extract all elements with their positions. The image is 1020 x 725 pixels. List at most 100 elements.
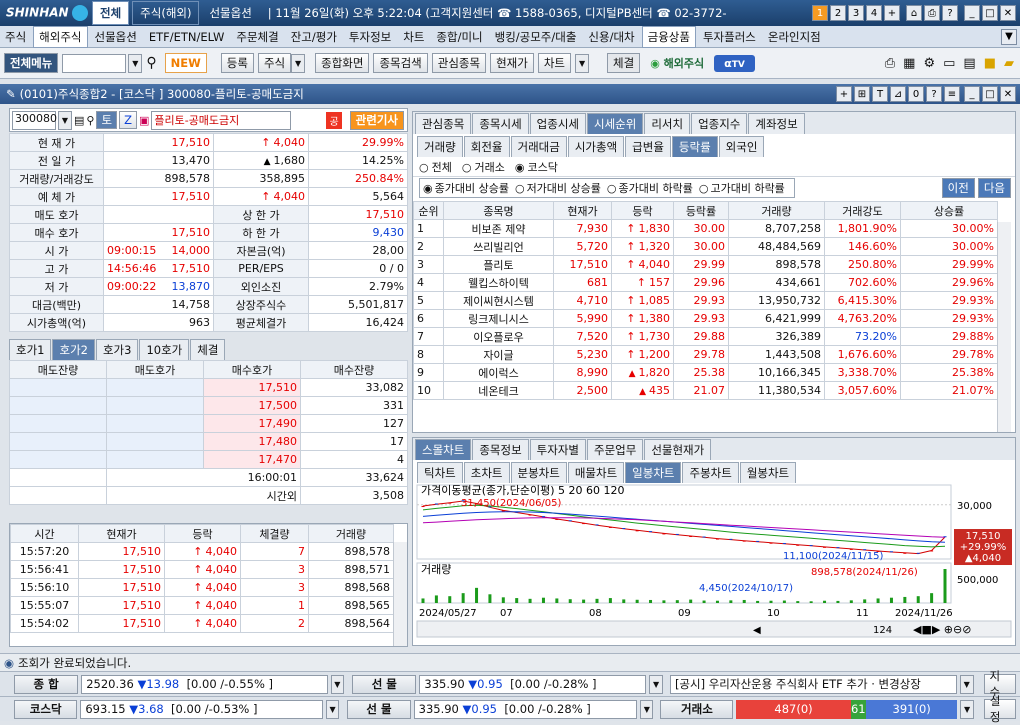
register-button[interactable]: 등록 [220,53,254,73]
stock-name[interactable]: 플리토 [443,255,554,274]
ranking-row[interactable]: 3플리토17,5104,04029.99898,578250.80%29.99% [413,255,998,274]
chevron-down-icon[interactable]: ▼ [575,53,590,73]
menu-scroll-icon[interactable]: ▼ [1001,28,1017,45]
chart-tab[interactable]: 주문업무 [586,439,644,460]
all-menu-button[interactable]: 전체메뉴 [4,53,59,73]
ranking-row[interactable]: 10네온테크2,50043521.0711,380,5343,057.60%21… [413,381,998,400]
window-menu-button[interactable]: ≡ [944,86,960,102]
ranking-row[interactable]: 9에이럭스8,9901,82025.3810,166,3453,338.70%2… [413,363,998,382]
chevron-down-icon[interactable]: ▼ [640,699,654,719]
sort-radio[interactable]: ◉ 종가대비 상승률 [423,180,509,196]
folder-icon[interactable]: ▰ [1004,56,1014,71]
print-icon[interactable]: ⎙ [924,5,940,21]
chart-subtab[interactable]: 주봉차트 [682,462,739,483]
chevron-down-icon[interactable]: ▼ [959,674,974,694]
ranking-subtab[interactable]: 거래량 [417,136,463,157]
ranking-row[interactable]: 2쓰리빌리언5,7201,32030.0048,484,569146.60%30… [413,237,998,256]
chart-subtab[interactable]: 분봉차트 [510,462,567,483]
market-tab[interactable]: 리서치 [644,113,691,134]
stock-name[interactable]: 에이럭스 [443,363,554,382]
ranking-subtab[interactable]: 급변율 [625,136,671,157]
stock-name[interactable]: 네온테크 [443,381,554,400]
memo-icon[interactable]: ▣ [139,114,149,127]
menu-online-branch[interactable]: 온라인지점 [763,27,826,47]
chart-subtab[interactable]: 틱차트 [417,462,463,483]
stock-name[interactable]: 링크제니시스 [443,309,554,328]
chart-tab[interactable]: 투자자별 [529,439,586,460]
market-tab[interactable]: 시세순위 [586,113,644,134]
bid-price[interactable]: 17,490 [203,414,301,433]
related-news-button[interactable]: 관련기사 [349,110,404,130]
overseas-stock-link[interactable]: ◉ 해외주식 [650,55,704,71]
market-tab[interactable]: 업종지수 [691,113,748,134]
sort-radio[interactable]: ○ 종가대비 하락률 [607,180,693,196]
watchlist-button[interactable]: 관심종목 [431,53,487,73]
add-window-button[interactable]: + [836,86,852,102]
chart-tab[interactable]: 스몰차트 [415,439,472,460]
help-button[interactable]: ? [942,5,958,21]
screen-4-button[interactable]: 4 [866,5,882,21]
overview-button[interactable]: 종합화면 [315,53,370,73]
z-button[interactable]: Z [119,111,137,129]
ranking-row[interactable]: 6링크제니시스5,9901,38029.936,421,9994,763.20%… [413,309,998,328]
stock-name[interactable]: 이오플로우 [443,327,554,346]
window-icon[interactable]: ▭ [943,56,955,71]
bid-price[interactable]: 17,500 [203,396,301,415]
chart-mini-button[interactable]: ⊿ [890,86,906,102]
menu-financial-products[interactable]: 금융상품 [641,25,696,48]
menu-stock[interactable]: 주식 [0,27,31,47]
menu-invest-info[interactable]: 투자정보 [344,27,396,47]
window-help-button[interactable]: ? [926,86,942,102]
hoga-tab[interactable]: 체결 [190,339,226,360]
ranking-subtab[interactable]: 거래대금 [510,136,567,157]
stock-name[interactable]: 쓰리빌리언 [443,237,554,256]
daily-chart[interactable]: 가격이동평균(종가,단순이평) 5 20 60 120 30,000 17,510+… [413,483,1015,644]
ranking-row[interactable]: 4웰킵스하이텍68115729.96434,661702.60%29.96% [413,273,998,292]
chart-tab[interactable]: 선물현재가 [644,439,712,460]
home-icon[interactable]: ⌂ [906,5,922,21]
menu-etf[interactable]: ETF/ETN/ELW [144,28,230,46]
gear-icon[interactable]: ⚙ [923,56,935,71]
sort-radio[interactable]: ○ 저가대비 상승률 [515,180,601,196]
chevron-down-icon[interactable]: ▼ [649,674,663,694]
chevron-down-icon[interactable]: ▼ [960,699,974,719]
zero-button[interactable]: 0 [908,86,924,102]
next-button[interactable]: 다음 [977,178,1011,198]
top-tab-all[interactable]: 전체 [92,1,130,25]
execution-button[interactable]: 체결 [607,53,641,73]
calculator-icon[interactable]: ▦ [903,56,915,71]
chart-subtab[interactable]: 초차트 [463,462,510,483]
ranking-subtab[interactable]: 시가총액 [567,136,625,157]
ranking-subtab[interactable]: 등락률 [671,136,718,157]
market-radio[interactable]: ○ 전체 [419,159,452,175]
gong-badge[interactable]: 공 [326,111,342,129]
bid-price[interactable]: 17,470 [203,450,301,469]
lock-icon[interactable]: ■ [984,56,996,71]
close-button[interactable]: ✕ [1000,5,1016,21]
chart-subtab[interactable]: 매물차트 [567,462,625,483]
chart-button[interactable]: 차트 [537,53,572,73]
menu-futures[interactable]: 선물옵션 [90,27,142,47]
ranking-subtab[interactable]: 회전율 [463,136,510,157]
chart-tab[interactable]: 종목정보 [472,439,529,460]
window-minimize-button[interactable]: _ [964,86,980,102]
menu-invest-plus[interactable]: 투자플러스 [698,27,761,47]
screen-3-button[interactable]: 3 [848,5,864,21]
menu-balance[interactable]: 잔고/평가 [286,27,342,47]
list-icon[interactable]: ▤ [74,114,84,127]
chart-subtab[interactable]: 월봉차트 [739,462,797,483]
window-close-button[interactable]: ✕ [1000,86,1016,102]
notice-ticker[interactable]: [공시] 우리자산운용 주식회사 ETF 추가 · 변경상장 [669,674,957,694]
market-radio[interactable]: ◉ 코스닥 [515,159,558,175]
trades-scrollbar[interactable] [393,542,407,646]
chevron-down-icon[interactable]: ▼ [291,53,306,73]
stock-name[interactable]: 제이씨현시스템 [443,291,554,310]
chevron-down-icon[interactable]: ▼ [58,110,72,130]
stock-select[interactable]: 주식 [257,53,292,73]
add-screen-button[interactable]: + [884,5,900,21]
hoga-tab[interactable]: 호가1 [9,339,52,360]
ranking-scrollbar[interactable] [997,222,1011,432]
top-tab-futures[interactable]: 선물옵션 [202,2,258,24]
chevron-down-icon[interactable]: ▼ [128,53,143,73]
sort-radio[interactable]: ○ 고가대비 하락률 [699,180,785,196]
